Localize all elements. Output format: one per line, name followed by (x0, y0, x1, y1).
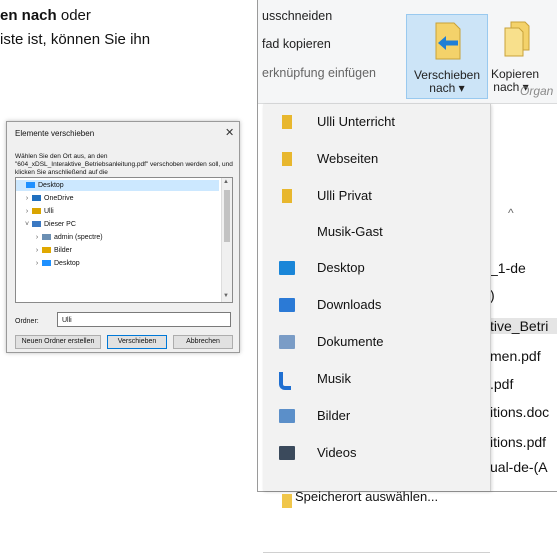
menu-item-label: Ulli Unterricht (317, 114, 396, 129)
folder-input[interactable]: Ulli (57, 312, 231, 327)
tree-item[interactable]: › Desktop (16, 258, 232, 269)
menu-item-label: Musik-Gast (317, 224, 383, 239)
expand-chevron-icon[interactable]: › (32, 258, 42, 269)
user-folder-icon (32, 208, 41, 215)
file-name-fragment: _1-de (490, 260, 526, 276)
folder-icon (282, 115, 292, 129)
downloads-icon (279, 298, 295, 312)
menu-item-label: Downloads (317, 297, 382, 312)
documents-icon (279, 335, 295, 349)
folder-icon (282, 152, 292, 166)
article-text: oder (56, 7, 91, 24)
tree-item-label: admin (spectre) (54, 234, 103, 241)
move-to-dropdown-menu: Ulli Unterricht Webseiten Ulli Privat Musik… (263, 104, 491, 553)
menu-item-label: Musik (317, 371, 351, 386)
menu-item[interactable]: Ulli Unterricht (263, 104, 490, 140)
article-line-1: en nach oder (0, 7, 91, 24)
file-name-fragment: itions.pdf (490, 434, 547, 450)
file-name-fragment: itions.doc (490, 404, 550, 420)
folder-label: Ordner: (15, 318, 39, 325)
copy-path-command[interactable]: fad kopieren (262, 37, 331, 51)
copy-to-icon (504, 21, 530, 57)
menu-item[interactable]: Ulli Privat (263, 178, 490, 214)
expand-chevron-icon[interactable]: › (22, 206, 32, 217)
scroll-up-icon[interactable]: ▲ (223, 179, 229, 185)
menu-item-label: Bilder (317, 408, 351, 423)
desktop-icon (42, 260, 51, 267)
tree-item[interactable]: › Bilder (16, 245, 232, 256)
dialog-description: Wählen Sie den Ort aus, an den "604_xDSL… (15, 153, 233, 176)
expand-chevron-icon[interactable]: › (22, 193, 32, 204)
tree-item[interactable]: › Ulli (16, 206, 225, 217)
videos-icon (279, 446, 295, 460)
move-to-icon (435, 22, 461, 60)
menu-item-label: Videos (317, 445, 357, 460)
tree-item-label: Desktop (54, 260, 80, 267)
cancel-button[interactable]: Abbrechen (173, 335, 233, 349)
tree-item-label: Desktop (38, 182, 64, 189)
expand-chevron-icon[interactable]: › (32, 232, 42, 243)
organize-group-label: Organ (520, 84, 554, 98)
tree-item-label: Dieser PC (44, 221, 76, 228)
menu-item-label: Speicherort auswählen... (295, 489, 439, 504)
tree-scrollbar[interactable]: ▲ ▼ (221, 178, 232, 302)
tree-item-label: Bilder (54, 247, 72, 254)
music-icon (279, 372, 291, 390)
article-line-2: iste ist, können Sie ihn (0, 31, 151, 48)
chevron-down-icon: ▾ (458, 81, 465, 95)
menu-item-label: Dokumente (317, 334, 384, 349)
collapse-chevron-icon[interactable]: ^ (508, 206, 514, 220)
scroll-down-icon[interactable]: ▼ (223, 293, 229, 299)
menu-item-label: Desktop (317, 260, 365, 275)
menu-item[interactable]: Bilder (263, 398, 490, 434)
dialog-title: Elemente verschieben (15, 129, 95, 138)
tree-item[interactable]: › admin (spectre) (16, 232, 232, 243)
new-folder-button[interactable]: Neuen Ordner erstellen (15, 335, 101, 349)
menu-item[interactable]: Dokumente (263, 324, 490, 360)
folder-icon (282, 494, 292, 508)
menu-item[interactable]: Musik-Gast (263, 214, 490, 250)
menu-item-label: Webseiten (317, 151, 379, 166)
expand-chevron-icon[interactable]: ˅ (22, 219, 32, 230)
expand-chevron-icon[interactable]: › (32, 245, 42, 256)
menu-item[interactable]: Musik (263, 361, 490, 397)
cut-command[interactable]: usschneiden (262, 9, 332, 23)
pictures-icon (279, 409, 295, 423)
tree-item-label: Ulli (44, 208, 54, 215)
folder-tree[interactable]: Desktop › OneDrive › Ulli ˅ Dieser PC › admin (s… (15, 177, 233, 303)
pc-icon (32, 221, 41, 228)
file-name-fragment: ual-de-(A (490, 459, 548, 475)
desktop-icon (279, 261, 295, 275)
move-items-dialog: Elemente verschieben ✕ Wählen Sie den Or… (6, 121, 240, 353)
onedrive-icon (32, 195, 41, 202)
file-name-fragment: .pdf (490, 376, 514, 392)
paste-shortcut-command[interactable]: erknüpfung einfügen (262, 66, 376, 80)
desktop-icon (26, 182, 35, 189)
menu-item[interactable]: Desktop (263, 250, 490, 286)
menu-item-label: Ulli Privat (317, 188, 372, 203)
file-name-fragment: men.pdf (490, 348, 541, 364)
close-icon[interactable]: ✕ (225, 126, 234, 139)
move-to-label-2: nach ▾ (429, 81, 465, 95)
scrollbar-thumb[interactable] (224, 190, 230, 242)
move-button[interactable]: Verschieben (107, 335, 167, 349)
folder-icon (282, 189, 292, 203)
tree-item-label: OneDrive (44, 195, 74, 202)
menu-item[interactable]: Videos (263, 435, 490, 471)
article-bold-text: en nach (0, 7, 57, 24)
tree-item[interactable]: › OneDrive (16, 193, 225, 204)
tree-item[interactable]: ˅ Dieser PC (16, 219, 225, 230)
move-to-button[interactable]: Verschieben nach ▾ (406, 14, 488, 99)
pictures-icon (42, 247, 51, 254)
tree-item[interactable]: Desktop (16, 180, 219, 191)
menu-item[interactable]: Speicherort auswählen... (263, 483, 490, 519)
network-drive-icon (42, 234, 51, 241)
file-name-fragment: tive_Betri (490, 318, 557, 334)
menu-item[interactable]: Webseiten (263, 141, 490, 177)
menu-item[interactable]: Downloads (263, 287, 490, 323)
